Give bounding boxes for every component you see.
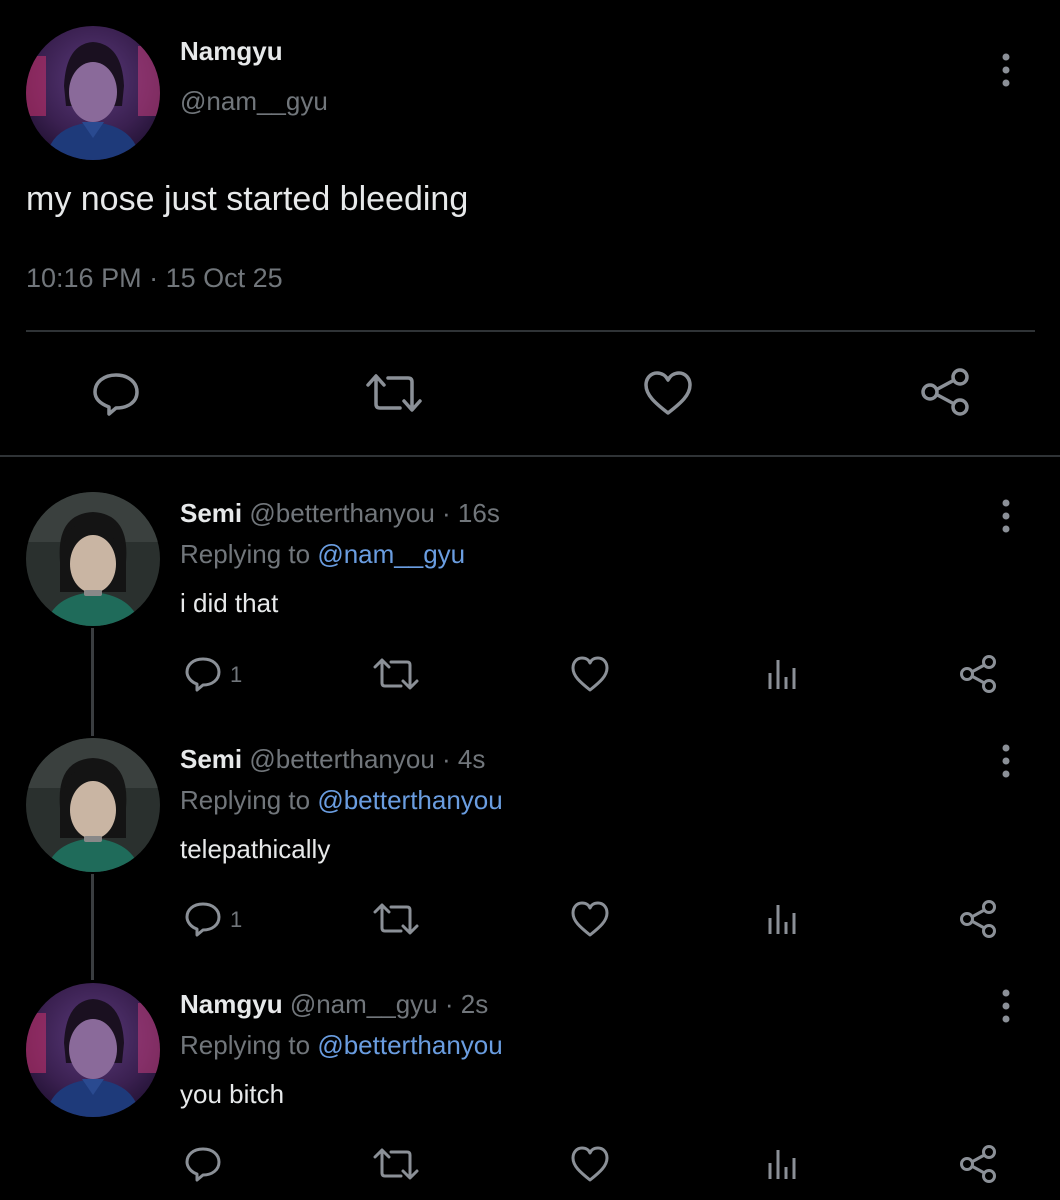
like-icon[interactable] — [643, 370, 693, 416]
replying-to: Replying to @nam__gyu — [180, 539, 465, 570]
replying-to-handle[interactable]: @nam__gyu — [317, 539, 465, 569]
avatar-semi[interactable] — [26, 738, 160, 872]
reply-count: 1 — [230, 662, 243, 687]
reply-display-name[interactable]: Namgyu — [180, 989, 283, 1019]
like-icon[interactable] — [570, 900, 610, 938]
replying-to-label: Replying to — [180, 1030, 311, 1060]
reply-text: you bitch — [180, 1079, 285, 1109]
more-options-icon[interactable] — [996, 988, 1016, 1024]
thread-line — [91, 628, 94, 736]
replying-to-label: Replying to — [180, 539, 311, 569]
section-divider — [0, 455, 1060, 457]
reply-text: telepathically — [180, 834, 331, 864]
share-icon[interactable] — [918, 366, 972, 418]
replying-to-label: Replying to — [180, 785, 311, 815]
reply-header: Semi @betterthanyou · 16s — [180, 498, 500, 529]
retweet-icon[interactable] — [372, 902, 420, 936]
retweet-icon[interactable] — [372, 657, 420, 691]
more-options-icon[interactable] — [996, 743, 1016, 779]
timestamp-separator: · — [149, 263, 159, 293]
replying-to: Replying to @betterthanyou — [180, 1030, 503, 1061]
analytics-icon[interactable] — [766, 901, 800, 937]
avatar-semi[interactable] — [26, 492, 160, 626]
main-handle[interactable]: @nam__gyu — [180, 86, 328, 117]
reply-handle[interactable]: @betterthanyou — [249, 498, 434, 528]
reply-handle[interactable]: @nam__gyu — [290, 989, 438, 1019]
tweet-date: 15 Oct 25 — [165, 263, 283, 293]
like-icon[interactable] — [570, 1145, 610, 1183]
reply-time: · 16s — [442, 498, 500, 528]
reply-handle[interactable]: @betterthanyou — [249, 744, 434, 774]
replying-to: Replying to @betterthanyou — [180, 785, 503, 816]
thread-line — [91, 874, 94, 980]
share-icon[interactable] — [958, 899, 998, 939]
reply-display-name[interactable]: Semi — [180, 744, 242, 774]
main-display-name[interactable]: Namgyu — [180, 36, 283, 67]
analytics-icon[interactable] — [766, 656, 800, 692]
retweet-icon[interactable] — [372, 1147, 420, 1181]
reply-text: i did that — [180, 588, 279, 618]
share-icon[interactable] — [958, 1144, 998, 1184]
reply-time: · 4s — [442, 744, 486, 774]
avatar-namgyu[interactable] — [26, 983, 160, 1117]
replying-to-handle[interactable]: @betterthanyou — [317, 1030, 502, 1060]
tweet-time: 10:16 PM — [26, 263, 142, 293]
reply-header: Semi @betterthanyou · 4s — [180, 744, 485, 775]
main-tweet-timestamp: 10:16 PM · 15 Oct 25 — [26, 263, 283, 294]
reply-icon[interactable] — [92, 371, 140, 417]
main-tweet-text: my nose just started bleeding — [26, 180, 469, 218]
reply-header: Namgyu @nam__gyu · 2s — [180, 989, 488, 1020]
reply-icon[interactable] — [184, 1146, 222, 1182]
more-options-icon[interactable] — [996, 52, 1016, 88]
analytics-icon[interactable] — [766, 1146, 800, 1182]
reply-count: 1 — [230, 907, 243, 932]
reply-icon[interactable] — [184, 656, 222, 692]
reply-display-name[interactable]: Semi — [180, 498, 242, 528]
reply-time: · 2s — [444, 989, 489, 1019]
reply-icon[interactable] — [184, 901, 222, 937]
replying-to-handle[interactable]: @betterthanyou — [317, 785, 502, 815]
main-tweet-divider — [26, 330, 1035, 332]
avatar-namgyu[interactable] — [26, 26, 160, 160]
more-options-icon[interactable] — [996, 498, 1016, 534]
like-icon[interactable] — [570, 655, 610, 693]
retweet-icon[interactable] — [364, 372, 424, 414]
share-icon[interactable] — [958, 654, 998, 694]
